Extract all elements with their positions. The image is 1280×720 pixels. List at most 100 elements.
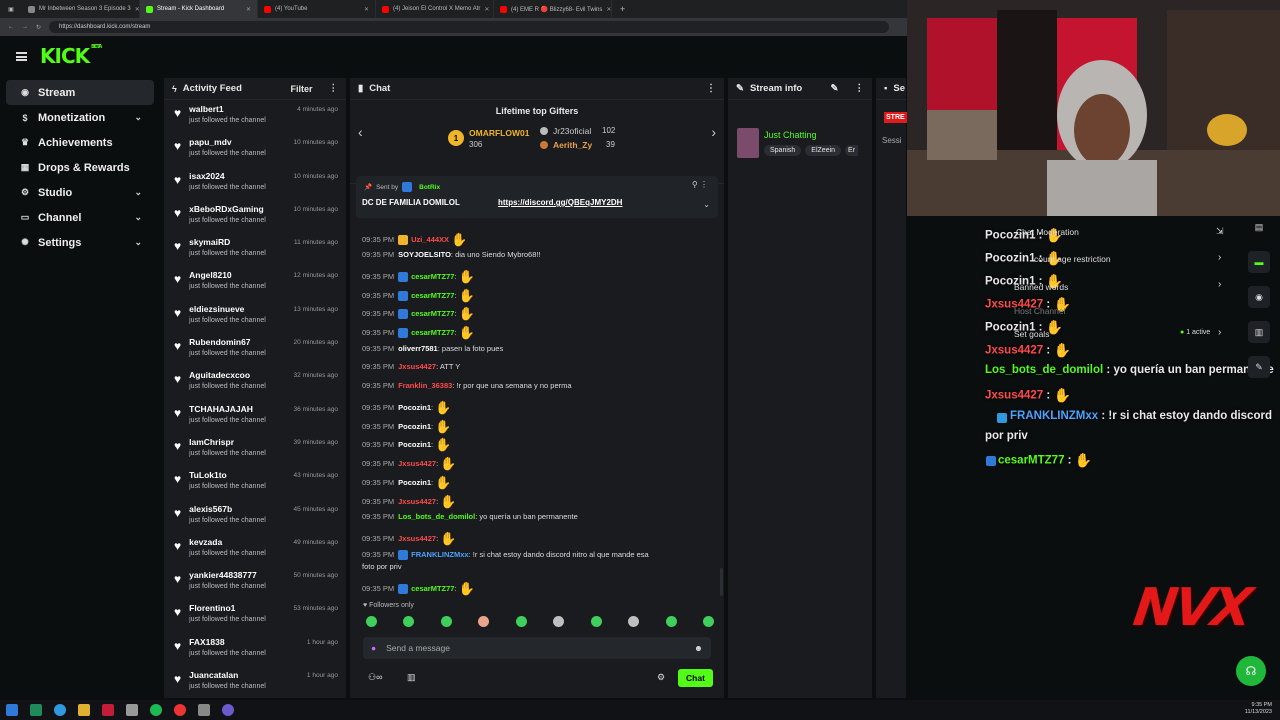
quick-emote-icon[interactable] (366, 616, 377, 627)
system-clock[interactable]: 9:35 PM 11/13/2023 (1245, 702, 1272, 716)
follower-name[interactable]: TCHAHAJAJAH (189, 404, 266, 414)
hamburger-menu-icon[interactable] (16, 52, 27, 61)
quick-emote-icon[interactable] (553, 616, 565, 627)
reload-icon[interactable]: ↻ (36, 24, 41, 31)
chat-username[interactable]: cesarMTZ77 (411, 272, 454, 281)
obs-icon[interactable] (222, 704, 234, 716)
quick-emote-icon[interactable] (440, 616, 452, 627)
wrench-icon[interactable]: ✎ (1248, 356, 1270, 378)
follower-name[interactable]: IamChrispr (189, 437, 266, 447)
follower-name[interactable]: isax2024 (189, 171, 266, 181)
quick-emote-icon[interactable] (478, 616, 490, 627)
chat-username[interactable]: FRANKLINZMxx (411, 550, 469, 559)
chat-moderation-link[interactable]: Chat Moderation (1016, 227, 1079, 237)
kick-logo[interactable]: KICK BETA (40, 44, 102, 68)
close-tab-icon[interactable]: ✕ (606, 6, 611, 13)
chat-username[interactable]: Uzi_444XX (411, 235, 449, 244)
edge-icon[interactable] (54, 704, 66, 716)
settings-icon[interactable] (198, 704, 210, 716)
forward-icon[interactable]: → (22, 24, 28, 30)
close-tab-icon[interactable]: ✕ (135, 6, 139, 13)
support-chat-button[interactable]: ☊ (1236, 656, 1266, 686)
follower-name[interactable]: alexis567b (189, 504, 266, 514)
url-input[interactable]: https://dashboard.kick.com/stream (49, 21, 890, 33)
chat-username[interactable]: Franklin_36383 (398, 381, 452, 390)
follower-name[interactable]: papu_mdv (189, 137, 266, 147)
chat-username[interactable]: Jxsus4427 (398, 534, 436, 543)
browser-tab[interactable]: Mr Inbetween Season 3 Episode 3 ✕ (22, 0, 140, 18)
quick-emote-icon[interactable] (515, 616, 527, 627)
follower-name[interactable]: xBeboRDxGaming (189, 204, 266, 214)
chat-input[interactable]: ● Send a message ☻ (363, 637, 711, 659)
layout-icon[interactable]: ▥ (1248, 321, 1270, 343)
app-icon[interactable] (30, 704, 42, 716)
quick-emote-icon[interactable] (628, 616, 640, 627)
sidebar-item-settings[interactable]: ✺ Settings ⌄ (6, 230, 154, 255)
close-tab-icon[interactable]: ✕ (484, 6, 489, 13)
chat-username[interactable]: Pocozin1 (398, 422, 431, 431)
chat-username[interactable]: Pocozin1 (398, 478, 431, 487)
new-tab-button[interactable]: + (612, 4, 633, 14)
document-icon[interactable]: ▤ (1248, 216, 1270, 238)
quick-emote-icon[interactable] (702, 616, 714, 627)
sidebar-item-studio[interactable]: ⚙ Studio ⌄ (6, 180, 154, 205)
follower-name[interactable]: Angel8210 (189, 270, 266, 280)
store-icon[interactable]: ▥ (407, 672, 416, 683)
browser-tab[interactable]: (4) Jeison El Control X Memo Atr ✕ (376, 0, 494, 18)
quick-emote-icon[interactable] (590, 616, 602, 627)
follower-name[interactable]: kevzada (189, 537, 266, 547)
browser-tab[interactable]: (4) YouTube ✕ (258, 0, 376, 18)
close-tab-icon[interactable]: ✕ (246, 6, 251, 13)
follower-name[interactable]: TuLok1to (189, 470, 266, 480)
microphone-icon[interactable]: ● (371, 643, 376, 653)
chat-username[interactable]: Jxsus4427 (398, 459, 436, 468)
banned-words-link[interactable]: Banned words (1014, 282, 1068, 292)
back-icon[interactable]: ← (8, 24, 14, 30)
follower-name[interactable]: yankier44838777 (189, 570, 266, 580)
follower-name[interactable]: skymaiRD (189, 237, 266, 247)
popout-icon[interactable]: ⇲ (1216, 226, 1224, 237)
chevron-down-icon[interactable]: ⌄ (703, 200, 710, 209)
sidebar-item-channel[interactable]: ▭ Channel ⌄ (6, 205, 154, 230)
unpin-icon[interactable]: ⚲ ⋮ (692, 180, 708, 189)
emoji-icon[interactable]: ☻ (694, 643, 703, 653)
chat-username[interactable]: Pocozin1 (398, 403, 431, 412)
broadcast-icon[interactable]: ◉ (1248, 286, 1270, 308)
browser-tab-active[interactable]: Stream - Kick Dashboard ✕ (140, 0, 258, 18)
quick-emote-icon[interactable] (665, 616, 677, 627)
start-menu-icon[interactable] (6, 704, 18, 716)
pen-icon[interactable] (126, 704, 138, 716)
more-options-icon[interactable]: ⋮ (855, 83, 865, 94)
follower-name[interactable]: Florentino1 (189, 603, 266, 613)
chat-username[interactable]: cesarMTZ77 (411, 584, 454, 593)
chat-username[interactable]: Jxsus4427 (398, 497, 436, 506)
send-chat-button[interactable]: Chat (678, 669, 713, 687)
more-options-icon[interactable]: ⋮ (329, 83, 339, 94)
app-icon[interactable] (102, 704, 114, 716)
chat-settings-gear-icon[interactable]: ⚙ (657, 672, 665, 683)
spotify-icon[interactable] (150, 704, 162, 716)
chat-scrollbar[interactable] (720, 568, 723, 596)
sidebar-item-achievements[interactable]: ♛ Achievements (6, 130, 154, 155)
chevron-right-icon[interactable]: › (1218, 327, 1221, 338)
discord-link[interactable]: https://discord.gg/QBEqJMY2DH (498, 198, 622, 207)
sidebar-item-monetization[interactable]: $ Monetization ⌄ (6, 105, 154, 130)
chat-username[interactable]: cesarMTZ77 (411, 291, 454, 300)
host-channel-link[interactable]: Host Channel (1014, 306, 1066, 316)
chat-tools-icon[interactable]: ⚇∞ (368, 672, 382, 683)
chat-icon[interactable]: ▬ (1248, 251, 1270, 273)
follower-name[interactable]: FAX1838 (189, 637, 266, 647)
file-explorer-icon[interactable] (78, 704, 90, 716)
follower-name[interactable]: Juancatalan (189, 670, 266, 680)
chevron-right-icon[interactable]: › (1218, 252, 1221, 263)
close-tab-icon[interactable]: ✕ (364, 6, 369, 13)
chat-username[interactable]: Pocozin1 (398, 440, 431, 449)
more-options-icon[interactable]: ⋮ (706, 83, 716, 94)
quick-emote-icon[interactable] (403, 616, 415, 627)
chevron-right-icon[interactable]: › (711, 124, 716, 140)
chat-username[interactable]: Los_bots_de_domilol (398, 512, 475, 521)
account-age-restriction[interactable]: count age restriction (1034, 254, 1111, 264)
sidebar-item-stream[interactable]: ◉ Stream (6, 80, 154, 105)
chat-username[interactable]: SOYJOELSITO (398, 250, 451, 259)
follower-name[interactable]: Aguitadecxcoo (189, 370, 266, 380)
